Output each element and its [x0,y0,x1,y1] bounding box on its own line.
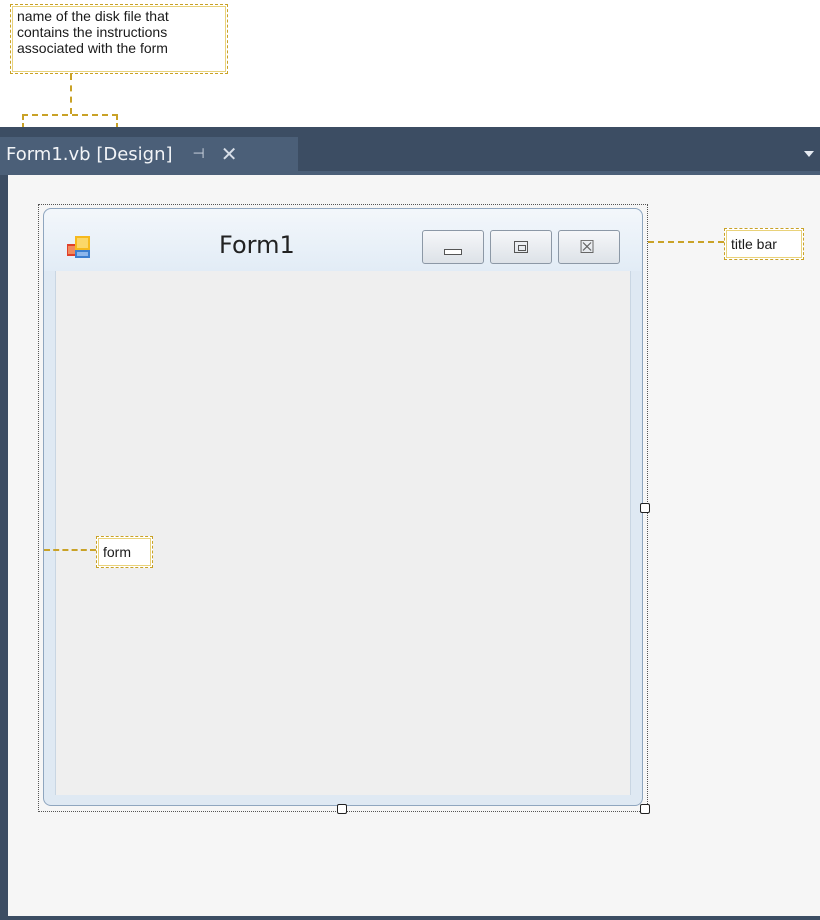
tab-title: Form1.vb [Design] [6,143,173,165]
pin-icon[interactable]: ⊣ [193,146,205,162]
form-callout: form [96,536,153,568]
close-tab-icon[interactable]: ✕ [221,142,238,166]
form-leader [44,549,96,551]
form-client-area[interactable] [55,271,631,795]
maximize-icon [514,241,528,253]
tab-form1-design[interactable]: Form1.vb [Design] ⊣ ✕ [0,137,298,171]
form-app-icon [67,236,90,258]
resize-handle-corner[interactable] [640,804,650,814]
resize-handle-bottom[interactable] [337,804,347,814]
form-window[interactable]: Form1 ☒ [43,208,643,806]
form-title: Form1 [219,231,295,259]
minimize-icon [444,249,462,255]
disk-file-callout-line3: associated with the form [17,40,168,56]
resize-handle-right[interactable] [640,503,650,513]
minimize-button[interactable] [422,230,484,264]
disk-file-callout-line2: contains the instructions [17,24,168,40]
close-button[interactable]: ☒ [558,230,620,264]
disk-file-callout-line1: name of the disk file that [17,8,169,24]
close-icon: ☒ [579,237,596,258]
chevron-down-icon[interactable] [804,151,814,157]
disk-file-callout: name of the disk file that contains the … [10,4,228,74]
title-bar-leader [648,241,724,243]
maximize-button[interactable] [490,230,552,264]
disk-file-leader-vertical [70,74,72,114]
form-title-bar[interactable]: Form1 ☒ [44,209,642,271]
title-bar-callout: title bar [724,228,804,260]
document-tab-strip: Form1.vb [Design] ⊣ ✕ [0,127,820,171]
